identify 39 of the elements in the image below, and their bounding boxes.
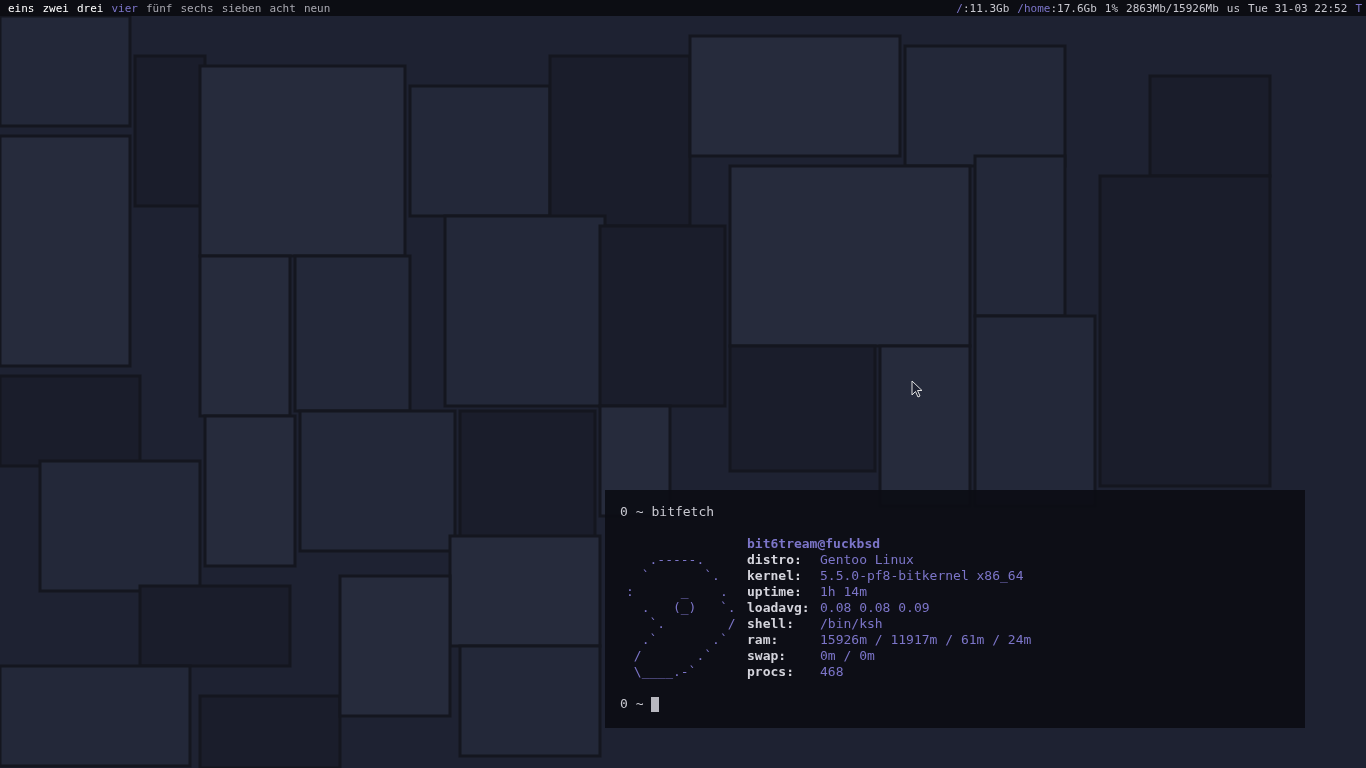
status-text: us: [1226, 1, 1241, 15]
info-key: distro:: [747, 552, 820, 568]
workspace-tab[interactable]: fünf: [146, 1, 173, 15]
info-value: 5.5.0-pf8-bitkernel x86_64: [820, 568, 1024, 584]
ascii-logo: .-----. ` `. : _ . . (_) `. `. / .` .` / .` \____.-`: [625, 552, 737, 680]
workspace-tab[interactable]: vier: [111, 1, 138, 15]
workspace-tab[interactable]: zwei: [42, 1, 69, 15]
info-value: 0m / 0m: [820, 648, 875, 664]
info-value: /bin/ksh: [820, 616, 883, 632]
status-text: Tue 31-03 22:52: [1248, 1, 1348, 15]
status-text: 2863Mb/15926Mb: [1126, 1, 1219, 15]
disk-usage: /:11.3Gb: [956, 1, 1010, 15]
workspace-tab[interactable]: neun: [303, 1, 331, 15]
info-value: 0.08 0.08 0.09: [820, 600, 930, 616]
disk-usage: /home:17.6Gb: [1017, 1, 1097, 15]
info-key: shell:: [747, 616, 820, 632]
user-host: bit6tream@fuckbsd: [747, 536, 881, 552]
workspace-tab[interactable]: eins: [8, 1, 35, 15]
info-key: ram:: [747, 632, 820, 648]
workspace-tab[interactable]: drei: [77, 1, 104, 15]
info-key: uptime:: [747, 584, 820, 600]
info-value: Gentoo Linux: [820, 552, 914, 568]
text-cursor: [651, 696, 660, 712]
shell-prompt: 0 ~: [620, 696, 644, 712]
command-text: bitfetch: [651, 504, 715, 520]
info-value: 468: [820, 664, 844, 680]
info-key: swap:: [747, 648, 820, 664]
info-key: kernel:: [747, 568, 820, 584]
status-text: 1%: [1104, 1, 1119, 15]
shell-prompt: 0 ~: [620, 504, 644, 520]
info-value: 1h 14m: [820, 584, 867, 600]
layout-indicator: T: [1355, 1, 1362, 15]
mouse-pointer-icon: [911, 380, 923, 398]
workspace-tab[interactable]: sechs: [180, 1, 214, 15]
info-key: procs:: [747, 664, 820, 680]
info-value: 15926m / 11917m / 61m / 24m: [820, 632, 1032, 648]
workspace-tab[interactable]: acht: [269, 1, 296, 15]
info-key: loadavg:: [747, 600, 820, 616]
workspace-tab[interactable]: sieben: [221, 1, 262, 15]
